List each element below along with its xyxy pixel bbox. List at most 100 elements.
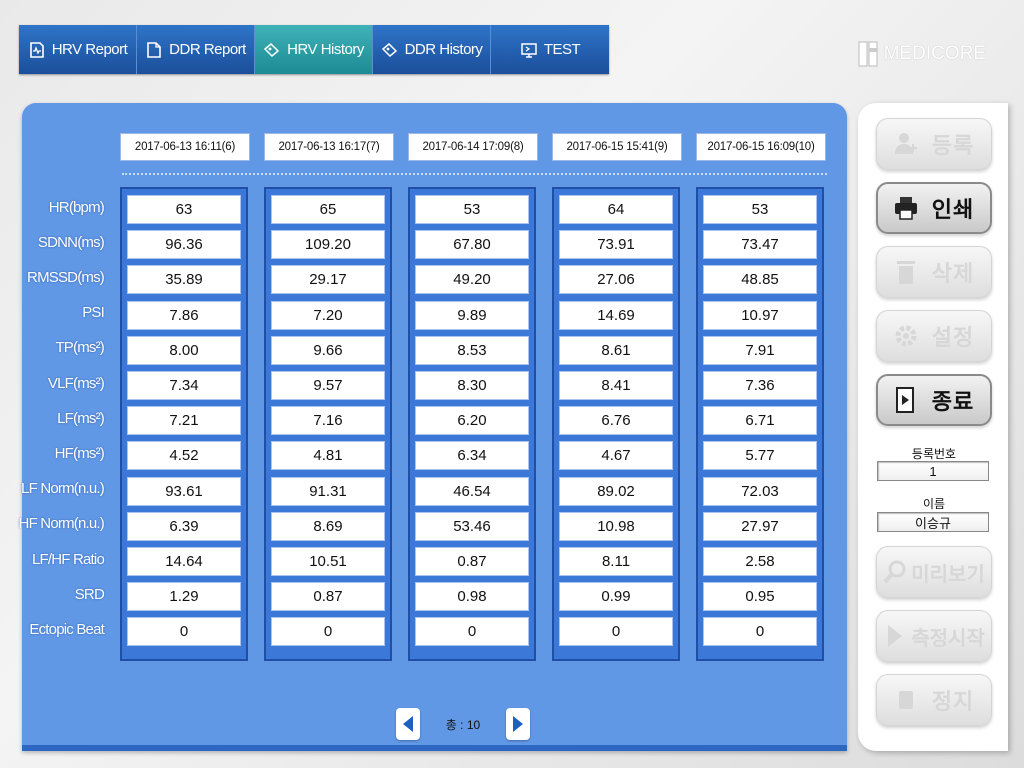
data-cell: 9.66 <box>271 335 385 365</box>
tab-ddr-history[interactable]: DDR History <box>373 25 491 74</box>
data-cell: 73.91 <box>559 230 673 260</box>
data-cell: 0.98 <box>415 582 529 612</box>
data-cell: 0.87 <box>271 582 385 612</box>
arrow-right-icon <box>513 716 523 732</box>
data-cell: 6.76 <box>559 406 673 436</box>
hrv-report-icon <box>28 41 46 59</box>
name-label: 이름 <box>922 497 946 511</box>
magnifier-icon <box>883 558 907 586</box>
data-cell: 46.54 <box>415 476 529 506</box>
data-cell: 65 <box>271 195 385 224</box>
test-monitor-icon <box>520 41 538 59</box>
exit-button[interactable]: 종료 <box>876 374 992 426</box>
registration-number-field: 1 <box>877 461 989 481</box>
data-cell: 73.47 <box>703 230 817 260</box>
data-cell: 7.34 <box>127 371 241 400</box>
data-cell: 64 <box>559 195 673 224</box>
settings-button[interactable]: 설정 <box>876 310 992 362</box>
data-cell: 14.64 <box>127 547 241 576</box>
tab-test[interactable]: TEST <box>491 25 609 74</box>
data-cell: 48.85 <box>703 265 817 295</box>
name-field: 이승규 <box>877 512 989 532</box>
arrow-left-icon <box>403 716 413 732</box>
row-label: SDNN(ms) <box>37 233 105 251</box>
date-header: 2017-06-15 16:09(10) <box>696 133 826 161</box>
row-label: LF Norm(n.u.) <box>21 480 105 498</box>
prev-page-button[interactable] <box>396 708 420 740</box>
row-label: HR(bpm) <box>48 198 105 216</box>
print-label: 인쇄 <box>931 197 975 222</box>
data-cell: 6.39 <box>127 511 241 541</box>
date-header: 2017-06-13 16:11(6) <box>120 133 250 161</box>
tab-label: TEST <box>543 41 581 58</box>
print-button[interactable]: 인쇄 <box>876 182 992 234</box>
data-cell: 93.61 <box>127 476 241 506</box>
exit-label: 종료 <box>931 389 975 414</box>
date-header: 2017-06-15 15:41(9) <box>552 133 682 161</box>
logo-text: MEDICORE <box>883 43 986 64</box>
play-icon <box>883 622 907 650</box>
trash-icon <box>894 258 918 286</box>
data-cell: 53 <box>703 195 817 224</box>
row-label: TP(ms²) <box>55 339 104 357</box>
row-label: PSI <box>82 304 105 322</box>
data-cell: 8.61 <box>559 335 673 365</box>
data-cell: 53 <box>415 195 529 224</box>
data-cell: 0 <box>559 617 673 647</box>
register-button[interactable]: 등록 <box>876 118 992 170</box>
ddr-history-icon <box>381 41 399 59</box>
data-cell: 14.69 <box>559 300 673 330</box>
data-cell: 0 <box>415 617 529 647</box>
data-column: 53 73.47 48.85 10.97 7.91 7.36 6.71 5.77 72.03 27… <box>696 187 824 661</box>
tab-label: HRV Report <box>51 41 128 58</box>
data-cell: 6.34 <box>415 441 529 471</box>
tab-ddr-report[interactable]: DDR Report <box>137 25 255 74</box>
data-cell: 29.17 <box>271 265 385 295</box>
register-label: 등록 <box>931 133 975 158</box>
start-measurement-label: 측정시작 <box>911 627 985 650</box>
header-divider <box>122 173 827 175</box>
data-cell: 72.03 <box>703 476 817 506</box>
printer-icon <box>894 194 918 222</box>
add-user-icon <box>894 130 918 158</box>
data-cell: 0.99 <box>559 582 673 612</box>
data-cell: 10.51 <box>271 547 385 576</box>
date-header: 2017-06-14 17:09(8) <box>408 133 538 161</box>
data-cell: 8.69 <box>271 511 385 541</box>
medicore-logo-icon <box>858 41 878 67</box>
data-cell: 10.97 <box>703 300 817 330</box>
data-cell: 8.11 <box>559 547 673 576</box>
top-tab-bar: HRV Report DDR Report HRV History DDR Hi… <box>19 25 609 74</box>
exit-icon <box>894 386 918 414</box>
next-page-button[interactable] <box>506 708 530 740</box>
data-cell: 8.41 <box>559 371 673 400</box>
data-cell: 4.81 <box>271 441 385 471</box>
tab-label: DDR Report <box>169 41 246 58</box>
total-count: 총 : 10 <box>445 717 481 732</box>
data-cell: 49.20 <box>415 265 529 295</box>
side-panel: 등록 인쇄 삭제 설정 종료 등록번호 1 이름 이승규 미리보기 측정시작 정… <box>858 103 1008 751</box>
data-cell: 53.46 <box>415 511 529 541</box>
start-measurement-button[interactable]: 측정시작 <box>876 610 992 662</box>
data-cell: 7.91 <box>703 335 817 365</box>
row-label: Ectopic Beat <box>29 620 104 638</box>
stop-icon <box>894 686 918 714</box>
data-cell: 9.57 <box>271 371 385 400</box>
data-column: 53 67.80 49.20 9.89 8.53 8.30 6.20 6.34 46.54 53.… <box>408 187 536 661</box>
row-label: LF/HF Ratio <box>31 550 105 568</box>
data-cell: 4.67 <box>559 441 673 471</box>
preview-button[interactable]: 미리보기 <box>876 546 992 598</box>
row-label: LF(ms²) <box>57 409 105 427</box>
registration-number-label: 등록번호 <box>911 447 957 461</box>
row-label: SRD <box>74 585 105 603</box>
data-cell: 0 <box>271 617 385 647</box>
tab-hrv-report[interactable]: HRV Report <box>19 25 137 74</box>
stop-label: 정지 <box>931 689 975 714</box>
hrv-history-panel: 2017-06-13 16:11(6) 2017-06-13 16:17(7) … <box>19 103 847 751</box>
delete-button[interactable]: 삭제 <box>876 246 992 298</box>
tab-hrv-history[interactable]: HRV History <box>255 25 373 74</box>
hrv-history-icon <box>263 41 281 59</box>
tab-label: HRV History <box>287 41 364 58</box>
data-cell: 91.31 <box>271 476 385 506</box>
stop-button[interactable]: 정지 <box>876 674 992 726</box>
